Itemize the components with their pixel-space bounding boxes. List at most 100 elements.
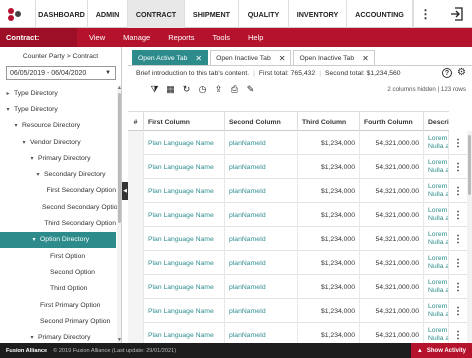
- nav-tab-inventory[interactable]: INVENTORY: [288, 0, 346, 28]
- tree-item[interactable]: First Secondary Option: [0, 183, 116, 199]
- filter-icon[interactable]: ⧩: [148, 83, 161, 96]
- tab-open-inactive[interactable]: Open Inactive Tab ✕: [293, 50, 375, 65]
- first-column-cell[interactable]: Plan Language Name: [144, 299, 225, 323]
- row-actions-icon[interactable]: ⋮: [449, 203, 467, 227]
- nav-tab-contract[interactable]: CONTRACT: [127, 0, 184, 28]
- row-actions-icon[interactable]: ⋮: [449, 155, 467, 179]
- column-header-fourth[interactable]: Fourth Column: [360, 112, 424, 132]
- kebab-vertical-icon[interactable]: ⋮: [413, 0, 437, 28]
- tab-open-inactive[interactable]: Open Inactive Tab ✕: [210, 50, 292, 65]
- logout-icon[interactable]: [443, 0, 471, 28]
- scrollbar-thumb[interactable]: [468, 135, 471, 195]
- tree-item[interactable]: First Primary Option: [0, 297, 116, 313]
- tab-open-active[interactable]: Open Active Tab ✕: [132, 50, 209, 65]
- table-row[interactable]: Plan Language Name planNameId $1,234,000 54…: [128, 179, 467, 203]
- tree-item[interactable]: Third Secondary Option: [0, 215, 116, 231]
- table-row[interactable]: Plan Language Name planNameId $1,234,000 54…: [128, 323, 467, 343]
- table-row[interactable]: Plan Language Name planNameId $1,234,000 54…: [128, 203, 467, 227]
- menu-item-view[interactable]: View: [80, 28, 114, 47]
- column-header-second[interactable]: Second Column: [225, 112, 298, 132]
- close-icon[interactable]: ✕: [279, 54, 286, 63]
- column-header-description[interactable]: Descript: [424, 112, 449, 132]
- tree-item[interactable]: First Option: [0, 248, 116, 264]
- scroll-up-icon[interactable]: ▲: [117, 85, 121, 91]
- table-row[interactable]: Plan Language Name planNameId $1,234,000 54…: [128, 251, 467, 275]
- chevron-icon[interactable]: ▾: [12, 122, 20, 129]
- table-row[interactable]: Plan Language Name planNameId $1,234,000 54…: [128, 299, 467, 323]
- column-header-first[interactable]: First Column: [144, 112, 225, 132]
- help-icon[interactable]: ?: [442, 68, 452, 78]
- first-column-cell[interactable]: Plan Language Name: [144, 203, 225, 227]
- nav-tab-accounting[interactable]: ACCOUNTING: [346, 0, 413, 28]
- chevron-icon[interactable]: ▾: [20, 139, 28, 146]
- second-column-cell[interactable]: planNameId: [225, 251, 298, 275]
- tree-item[interactable]: ▾ Primary Directory: [0, 329, 116, 343]
- second-column-cell[interactable]: planNameId: [225, 203, 298, 227]
- tree-scrollbar[interactable]: ▲ ▼: [117, 85, 121, 343]
- menu-item-help[interactable]: Help: [239, 28, 272, 47]
- grid-scrollbar[interactable]: [467, 131, 472, 343]
- edit-icon[interactable]: ✎: [244, 83, 257, 96]
- close-icon[interactable]: ✕: [362, 54, 369, 63]
- first-column-cell[interactable]: Plan Language Name: [144, 275, 225, 299]
- nav-tab-shipment[interactable]: SHIPMENT: [184, 0, 238, 28]
- tree-item[interactable]: ▾ Vendor Directory: [0, 134, 116, 150]
- column-header-third[interactable]: Third Column: [298, 112, 360, 132]
- chevron-icon[interactable]: ▾: [28, 155, 36, 162]
- first-column-cell[interactable]: Plan Language Name: [144, 131, 225, 155]
- row-actions-icon[interactable]: ⋮: [449, 299, 467, 323]
- first-column-cell[interactable]: Plan Language Name: [144, 251, 225, 275]
- tree-item[interactable]: ▾ Secondary Directory: [0, 166, 116, 182]
- nav-tab-quality[interactable]: QUALITY: [238, 0, 288, 28]
- refresh-icon[interactable]: ↻: [180, 83, 193, 96]
- table-row[interactable]: Plan Language Name planNameId $1,234,000 54…: [128, 155, 467, 179]
- tree-item[interactable]: ▾ Resource Directory: [0, 118, 116, 134]
- nav-tab-dashboard[interactable]: DASHBOARD: [35, 0, 87, 28]
- scrollbar-thumb[interactable]: [118, 93, 121, 223]
- grid-settings-icon[interactable]: ▦: [164, 83, 177, 96]
- second-column-cell[interactable]: planNameId: [225, 131, 298, 155]
- first-column-cell[interactable]: Plan Language Name: [144, 227, 225, 251]
- app-logo[interactable]: [0, 0, 35, 28]
- row-actions-icon[interactable]: ⋮: [449, 179, 467, 203]
- export-icon[interactable]: ⇪: [212, 83, 225, 96]
- print-icon[interactable]: ⎙: [228, 83, 241, 96]
- chevron-icon[interactable]: ▾: [34, 171, 42, 178]
- table-row[interactable]: Plan Language Name planNameId $1,234,000 54…: [128, 131, 467, 155]
- show-activity-button[interactable]: ▲ Show Activity: [410, 343, 472, 358]
- counterparty-breadcrumb[interactable]: Counter Party > Contract: [0, 53, 121, 60]
- tree-item[interactable]: ▸ Type Directory: [0, 85, 116, 101]
- tree-item[interactable]: ▾ Type Directory: [0, 101, 116, 117]
- menu-item-tools[interactable]: Tools: [204, 28, 240, 47]
- first-column-cell[interactable]: Plan Language Name: [144, 323, 225, 343]
- tree-item[interactable]: Third Option: [0, 281, 116, 297]
- tree-item[interactable]: Second Option: [0, 264, 116, 280]
- row-actions-icon[interactable]: ⋮: [449, 275, 467, 299]
- row-actions-icon[interactable]: ⋮: [449, 251, 467, 275]
- first-column-cell[interactable]: Plan Language Name: [144, 179, 225, 203]
- tree-item[interactable]: ▾ Option Directory: [0, 231, 116, 248]
- row-actions-icon[interactable]: ⋮: [449, 131, 467, 155]
- second-column-cell[interactable]: planNameId: [225, 275, 298, 299]
- second-column-cell[interactable]: planNameId: [225, 155, 298, 179]
- row-actions-icon[interactable]: ⋮: [449, 323, 467, 343]
- second-column-cell[interactable]: planNameId: [225, 227, 298, 251]
- chevron-icon[interactable]: ▾: [4, 106, 12, 113]
- nav-tab-admin[interactable]: ADMIN: [87, 0, 127, 28]
- history-icon[interactable]: ◷: [196, 83, 209, 96]
- table-row[interactable]: Plan Language Name planNameId $1,234,000 54…: [128, 227, 467, 251]
- close-icon[interactable]: ✕: [195, 54, 202, 63]
- tree-item[interactable]: Second Secondary Option: [0, 199, 121, 215]
- second-column-cell[interactable]: planNameId: [225, 323, 298, 343]
- first-column-cell[interactable]: Plan Language Name: [144, 155, 225, 179]
- column-header-rownum[interactable]: #: [128, 112, 144, 132]
- tree-item[interactable]: Second Primary Option: [0, 313, 116, 329]
- date-range-select[interactable]: 06/05/2019 - 06/04/2020 ▼: [6, 66, 116, 80]
- menu-item-reports[interactable]: Reports: [159, 28, 203, 47]
- chevron-icon[interactable]: ▾: [30, 236, 38, 243]
- tree-item[interactable]: ▾ Primary Directory: [0, 150, 116, 166]
- chevron-icon[interactable]: ▾: [28, 334, 36, 341]
- chevron-icon[interactable]: ▸: [4, 90, 12, 97]
- second-column-cell[interactable]: planNameId: [225, 299, 298, 323]
- second-column-cell[interactable]: planNameId: [225, 179, 298, 203]
